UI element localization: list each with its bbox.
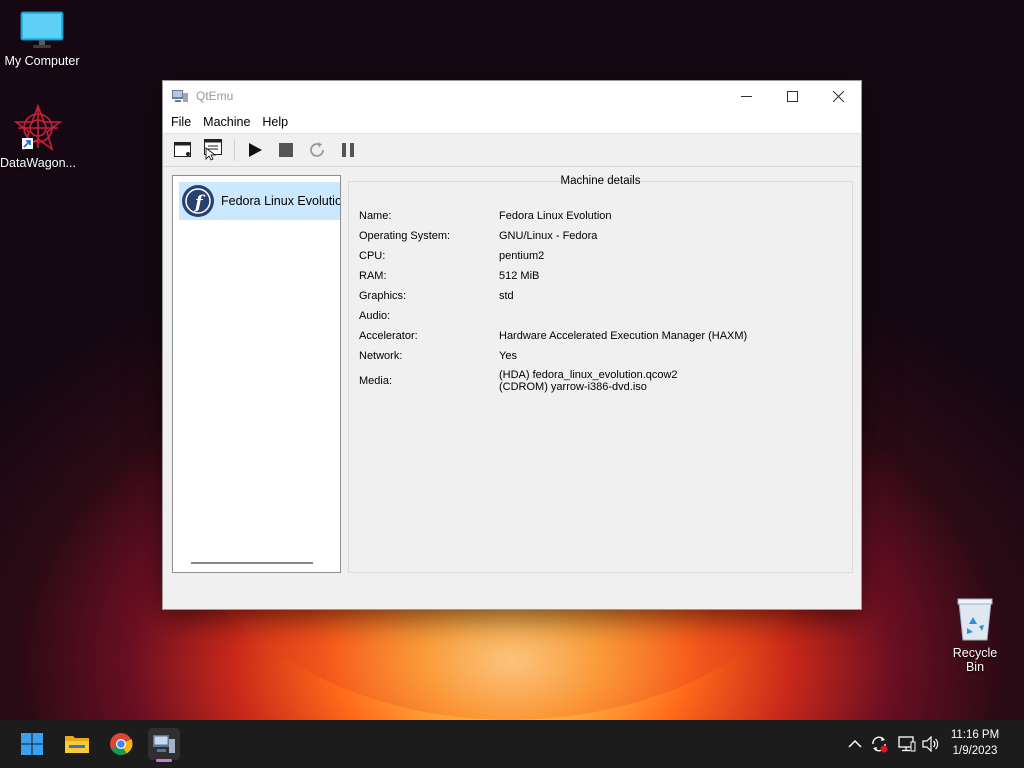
- window-title: QtEmu: [196, 89, 234, 103]
- taskbar-clock[interactable]: 11:16 PM 1/9/2023: [940, 727, 1010, 759]
- detail-key: Name:: [359, 210, 392, 222]
- settings-window-icon: [204, 139, 222, 161]
- chevron-up-icon: [848, 739, 862, 748]
- volume-button[interactable]: [921, 734, 941, 754]
- machine-list-item[interactable]: f Fedora Linux Evolution: [179, 182, 340, 220]
- taskbar: 11:16 PM 1/9/2023: [0, 720, 1024, 768]
- minimize-button[interactable]: [723, 81, 769, 111]
- qtemu-app-icon: [172, 90, 188, 102]
- detail-value: Yes: [499, 350, 517, 362]
- title-bar[interactable]: QtEmu: [163, 81, 861, 111]
- machine-name-label: Fedora Linux Evolution: [221, 194, 340, 208]
- horizontal-scrollbar[interactable]: [191, 562, 313, 564]
- stop-machine-button[interactable]: [272, 136, 300, 164]
- machine-list[interactable]: f Fedora Linux Evolution: [172, 175, 341, 573]
- menu-file[interactable]: File: [165, 115, 197, 129]
- maximize-icon: [786, 90, 798, 102]
- play-icon: [249, 143, 262, 157]
- detail-value: pentium2: [499, 250, 545, 262]
- desktop-icon-recycle-bin[interactable]: Recycle Bin: [944, 596, 1006, 674]
- detail-key: Operating System:: [359, 230, 451, 242]
- clock-date: 1/9/2023: [952, 745, 998, 757]
- detail-value-secondary: (CDROM) yarrow-i386-dvd.iso: [499, 381, 647, 393]
- toolbar-separator: [234, 139, 235, 161]
- machine-details-panel: Machine details Name: Fedora Linux Evolu…: [348, 175, 853, 573]
- desktop-icon-label: Recycle Bin: [952, 646, 998, 674]
- new-window-icon: [174, 142, 191, 157]
- new-machine-button[interactable]: [169, 136, 197, 164]
- reset-machine-button[interactable]: [303, 136, 331, 164]
- sync-icon: [872, 736, 888, 753]
- qtemu-icon: [153, 735, 175, 753]
- show-hidden-icons-button[interactable]: [845, 734, 865, 754]
- menu-help[interactable]: Help: [256, 115, 294, 129]
- close-icon: [832, 90, 844, 102]
- qtemu-window: QtEmu File Machine Help f Fedora Linux E…: [162, 80, 862, 610]
- file-explorer-button[interactable]: [61, 728, 93, 760]
- pause-machine-button[interactable]: [334, 136, 362, 164]
- detail-key: Network:: [359, 350, 403, 362]
- folder-icon: [65, 736, 89, 753]
- detail-value: GNU/Linux - Fedora: [499, 230, 598, 242]
- chrome-icon: [110, 733, 133, 755]
- maximize-button[interactable]: [769, 81, 815, 111]
- clock-time: 11:16 PM: [950, 729, 1000, 741]
- detail-key: CPU:: [359, 250, 386, 262]
- detail-value: 512 MiB: [499, 270, 540, 282]
- qtemu-taskbar-button[interactable]: [148, 728, 180, 762]
- desktop-icon-datawagon[interactable]: DataWagon...: [0, 104, 80, 170]
- desktop-icon-label: My Computer: [4, 54, 80, 68]
- detail-value: (HDA) fedora_linux_evolution.qcow2: [499, 369, 678, 381]
- stop-icon: [279, 143, 293, 157]
- detail-value: Hardware Accelerated Execution Manager (…: [499, 330, 748, 342]
- detail-key: Accelerator:: [359, 330, 418, 342]
- recycle-bin-icon: [957, 598, 993, 641]
- desktop-icon-label: DataWagon...: [0, 156, 76, 170]
- machine-settings-button[interactable]: [200, 136, 228, 164]
- sync-status-button[interactable]: [869, 734, 889, 754]
- pause-icon: [342, 143, 354, 157]
- network-button[interactable]: [897, 734, 917, 754]
- machine-details-header: Machine details: [560, 175, 641, 187]
- detail-value: Fedora Linux Evolution: [499, 210, 612, 222]
- network-icon: [898, 736, 916, 752]
- menu-machine[interactable]: Machine: [197, 115, 256, 129]
- volume-icon: [922, 736, 939, 752]
- fedora-logo-icon: f: [182, 185, 214, 217]
- desktop-icon-my-computer[interactable]: My Computer: [0, 10, 84, 68]
- detail-key: Audio:: [359, 310, 391, 322]
- datawagon-icon: [14, 104, 62, 151]
- detail-key: Media:: [359, 375, 393, 387]
- detail-value: std: [499, 290, 514, 302]
- detail-key: RAM:: [359, 270, 387, 282]
- menu-bar: File Machine Help: [163, 111, 861, 133]
- windows-start-icon: [21, 733, 43, 755]
- close-button[interactable]: [815, 81, 861, 111]
- toolbar: [163, 133, 861, 167]
- monitor-icon: [20, 11, 64, 48]
- minimize-icon: [740, 95, 752, 97]
- detail-key: Graphics:: [359, 290, 407, 302]
- active-app-indicator: [156, 759, 172, 762]
- start-button[interactable]: [16, 728, 48, 760]
- chrome-button[interactable]: [105, 728, 137, 760]
- reset-icon: [310, 142, 324, 157]
- start-machine-button[interactable]: [241, 136, 269, 164]
